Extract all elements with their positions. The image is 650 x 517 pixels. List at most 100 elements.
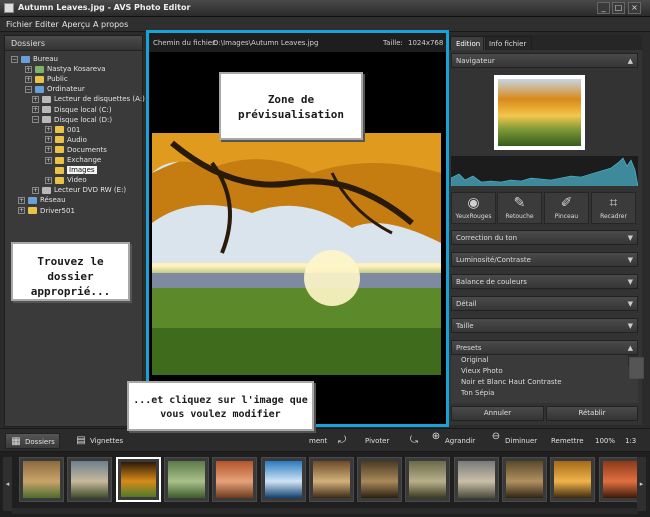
expand-icon[interactable]: + [45, 136, 52, 144]
navigator-header[interactable]: Navigateur ▲ [451, 53, 638, 68]
tree-item[interactable]: + Public [25, 74, 68, 84]
size-label: Taille: [383, 39, 403, 47]
crop-tool-button[interactable]: ⌗ Recadrer [591, 192, 636, 224]
brush-tool-button[interactable]: ✐ Pinceau [544, 192, 589, 224]
menu-apercu[interactable]: Aperçu [62, 20, 90, 29]
tree-item-label: Disque local (D:) [54, 115, 113, 124]
folder-icon [35, 75, 44, 83]
tree-item-label: Exchange [67, 156, 102, 164]
folder-icon [55, 156, 64, 164]
reset-zoom-button[interactable]: Remettre [551, 433, 584, 449]
rotate-button[interactable]: ⤾ Pivoter [336, 433, 390, 449]
menu-editer[interactable]: Editer [35, 20, 59, 29]
section-detail[interactable]: Détail ▼ [451, 296, 638, 311]
scroll-right-button[interactable]: ▸ [637, 457, 646, 511]
photo-thumbnail[interactable] [550, 457, 596, 502]
expand-icon[interactable]: + [45, 126, 52, 134]
expand-icon[interactable]: + [18, 207, 25, 214]
folder-icon [55, 146, 64, 154]
partial-toolbar-label[interactable]: ment [309, 433, 327, 449]
photo-thumbnail[interactable] [405, 457, 451, 502]
tree-item[interactable]: + Exchange [45, 155, 101, 165]
tree-item[interactable]: + Nastya Kosareva [25, 64, 106, 74]
tree-item[interactable]: + Audio [45, 135, 87, 145]
collapse-icon[interactable]: − [32, 116, 39, 124]
section-balance-de-couleurs[interactable]: Balance de couleurs ▼ [451, 274, 638, 289]
collapse-icon[interactable]: − [11, 55, 18, 63]
presets-scrollbar[interactable] [628, 355, 644, 379]
zoom-level: 100% [595, 437, 616, 445]
photo-thumbnail[interactable] [357, 457, 403, 502]
photo-thumbnail[interactable] [453, 457, 499, 502]
maximize-button[interactable]: □ [612, 2, 625, 14]
tree-item[interactable]: − Disque local (D:) [32, 115, 112, 125]
reset-button[interactable]: Rétablir [546, 406, 638, 421]
red-eye-tool-button[interactable]: ◉ YeuxRouges [451, 192, 496, 224]
tree-item[interactable]: +001 [45, 125, 80, 135]
close-button[interactable]: × [628, 2, 641, 14]
expand-icon[interactable]: + [45, 176, 52, 184]
expand-icon[interactable]: + [45, 146, 52, 154]
preset-item[interactable]: Noir et Blanc Haut Contraste [451, 377, 638, 388]
tab-info-fichier[interactable]: Info fichier [483, 36, 533, 50]
tree-item[interactable]: + Video [45, 175, 87, 185]
preset-item[interactable]: Vieux Photo [451, 366, 638, 377]
zoom-in-button[interactable]: ⊕ Agrandir [430, 431, 475, 449]
rotate-right-button[interactable]: ⤿ [408, 433, 423, 449]
section-label: Balance de couleurs [456, 278, 527, 286]
expand-icon[interactable]: + [45, 156, 52, 164]
collapse-icon[interactable]: − [25, 85, 32, 93]
section-taille[interactable]: Taille ▼ [451, 318, 638, 333]
tree-item[interactable]: − Bureau [11, 54, 58, 64]
tree-item-label: Driver501 [40, 206, 75, 215]
folders-panel-header: Dossiers [5, 36, 142, 51]
expand-icon[interactable]: + [25, 75, 32, 83]
expand-icon[interactable]: + [32, 95, 39, 103]
filmstrip-scrollbar[interactable] [12, 508, 638, 514]
minimize-button[interactable]: _ [597, 2, 610, 14]
tree-item[interactable]: + Documents [45, 145, 107, 155]
tree-item-label: Documents [67, 145, 107, 154]
navigator-thumbnail[interactable] [494, 75, 585, 150]
thumbnails-view-button[interactable]: ▤ Vignettes [75, 433, 123, 449]
photo-thumbnail[interactable] [308, 457, 354, 502]
tree-item[interactable]: + Disque local (C:) [32, 105, 112, 115]
section-correction-du-ton[interactable]: Correction du ton ▼ [451, 230, 638, 245]
dvd-icon [42, 186, 51, 194]
scroll-left-button[interactable]: ◂ [3, 457, 12, 511]
section-label: Correction du ton [456, 234, 518, 242]
retouch-tool-button[interactable]: ✎ Retouche [497, 192, 542, 224]
photo-thumbnail[interactable] [260, 457, 306, 502]
photo-thumbnail[interactable] [212, 457, 258, 502]
expand-icon[interactable]: + [25, 65, 32, 73]
photo-thumbnail[interactable] [19, 457, 64, 502]
undo-button[interactable]: Annuler [451, 406, 544, 421]
zoom-out-icon: ⊖ [491, 431, 501, 442]
actual-size-button[interactable]: 1:3 [625, 433, 636, 449]
section-label: Luminosité/Contraste [456, 256, 531, 264]
photo-thumbnail[interactable] [163, 457, 209, 502]
photo-thumbnail[interactable] [502, 457, 547, 502]
tree-item[interactable]: + Lecteur DVD RW (E:) [32, 185, 126, 195]
preset-item[interactable]: Ton Sépia [451, 388, 638, 399]
tree-item[interactable]: + Lecteur de disquettes (A:) [32, 94, 145, 104]
menu-fichier[interactable]: Fichier [6, 20, 32, 29]
photo-thumbnail[interactable] [115, 457, 161, 502]
expand-icon[interactable]: + [32, 106, 39, 113]
zoom-out-button[interactable]: ⊖ Diminuer [490, 431, 537, 449]
photo-thumbnail[interactable] [67, 457, 113, 502]
expand-icon[interactable]: + [32, 186, 39, 194]
tab-edition[interactable]: Edition [450, 36, 487, 50]
tree-item[interactable]: + Driver501 [18, 206, 75, 216]
preview-image[interactable] [152, 133, 441, 375]
tree-item[interactable]: − Ordinateur [25, 84, 85, 94]
menu-a-propos[interactable]: A propos [93, 20, 128, 29]
folders-view-button[interactable]: ▦ Dossiers [5, 433, 60, 449]
preset-item[interactable]: Original [451, 355, 638, 366]
section-luminosite-contraste[interactable]: Luminosité/Contraste ▼ [451, 252, 638, 267]
tree-item[interactable]: + Réseau [18, 195, 66, 205]
section-presets[interactable]: Presets ▲ [451, 340, 638, 355]
tree-item[interactable]: Images [45, 165, 97, 175]
expand-icon[interactable]: + [18, 196, 25, 204]
brush-tool-label: Pinceau [554, 213, 579, 220]
